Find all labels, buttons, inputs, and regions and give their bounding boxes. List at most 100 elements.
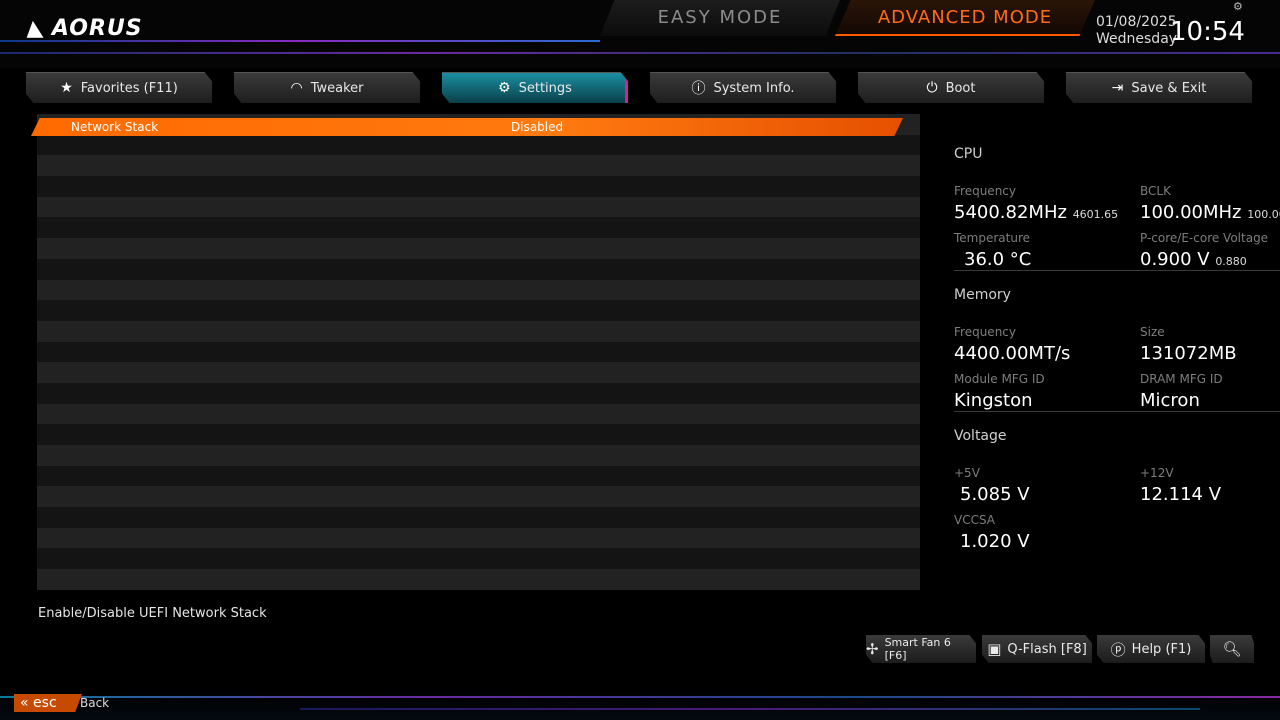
v5-label: +5V (954, 466, 980, 480)
mem-freq-value: 4400.00MT/s (954, 343, 1071, 364)
advanced-mode-tab[interactable]: ADVANCED MODE (835, 0, 1095, 36)
module-mfg-value: Kingston (954, 390, 1033, 411)
weekday-text: Wednesday (1096, 31, 1178, 47)
help-label: Help (F1) (1131, 641, 1192, 657)
cpu-section: CPU Frequency 5400.82MHz 4601.65 BCLK 10… (954, 146, 1280, 270)
esc-label: esc (33, 695, 57, 711)
footer-bar (0, 690, 1280, 720)
star-icon: ★ (60, 80, 73, 96)
cpu-volt-main: 0.900 V (1140, 249, 1210, 270)
list-row (37, 527, 920, 549)
v12-value: 12.114 V (1140, 484, 1222, 505)
list-row (37, 217, 920, 239)
tab-favorites[interactable]: ★ Favorites (F11) (26, 72, 212, 103)
help-icon: ⓟ (1110, 640, 1126, 659)
tab-label: System Info. (713, 80, 795, 96)
footer-stripe-2 (300, 708, 1200, 710)
main-tabs: ★ Favorites (F11) ◠ Tweaker ⚙ Settings ⓘ… (26, 72, 1256, 104)
fan-icon: ✢ (866, 640, 879, 658)
tab-save-exit[interactable]: ⇥ Save & Exit (1066, 72, 1252, 103)
list-row (37, 155, 920, 177)
tab-label: Favorites (F11) (80, 80, 178, 96)
dram-mfg-value: Micron (1140, 390, 1200, 411)
list-row (37, 300, 920, 321)
list-row (37, 548, 920, 570)
search-button[interactable]: 🔍︎ (1210, 635, 1254, 663)
smart-fan-button[interactable]: ✢ Smart Fan 6 [F6] (866, 635, 976, 663)
module-mfg-label: Module MFG ID (954, 372, 1045, 386)
list-row (37, 382, 920, 404)
chip-icon: ▣ (987, 640, 1002, 658)
list-row (37, 507, 920, 528)
cpu-freq-value: 5400.82MHz 4601.65 (954, 202, 1118, 223)
v5-value: 5.085 V (960, 484, 1030, 505)
aorus-logo: ◣AORUS (25, 16, 143, 41)
list-row (37, 403, 920, 425)
logo-text: AORUS (51, 16, 143, 41)
tab-label: Boot (945, 80, 976, 96)
qflash-label: Q-Flash [F8] (1007, 641, 1087, 657)
cpu-volt-label: P-core/E-core Voltage (1140, 231, 1269, 245)
easy-mode-tab[interactable]: EASY MODE (600, 0, 840, 36)
qflash-button[interactable]: ▣ Q-Flash [F8] (982, 635, 1092, 663)
mem-size-value: 131072MB (1140, 343, 1237, 364)
gear-icon: ⚙ (498, 80, 511, 96)
list-row (37, 465, 920, 487)
cpu-title: CPU (954, 146, 983, 162)
tab-label: Settings (518, 80, 572, 96)
header-stripe-2 (0, 52, 1280, 54)
list-row (37, 341, 920, 363)
setting-value[interactable]: Disabled (511, 118, 563, 136)
list-row (37, 196, 920, 218)
datetime: 01/08/2025 Wednesday 10:54 (1096, 14, 1245, 48)
memory-title: Memory (954, 287, 1011, 303)
voltage-title: Voltage (954, 428, 1007, 444)
setting-network-stack[interactable]: Network Stack Disabled (31, 118, 903, 136)
mem-size-label: Size (1140, 325, 1165, 339)
settings-gear-icon[interactable]: ⚙ (1233, 0, 1243, 13)
list-row (37, 424, 920, 445)
list-row (37, 176, 920, 197)
vccsa-label: VCCSA (954, 513, 996, 527)
footer-stripe (0, 696, 1280, 698)
cpu-volt-value: 0.900 V 0.880 (1140, 249, 1247, 270)
vccsa-value: 1.020 V (960, 531, 1030, 552)
tab-label: Tweaker (310, 80, 364, 96)
memory-section: Memory Frequency 4400.00MT/s Size 131072… (954, 287, 1280, 411)
cpu-freq-label: Frequency (954, 184, 1016, 198)
list-row (37, 258, 920, 280)
info-icon: ⓘ (691, 81, 706, 97)
cpu-temp-label: Temperature (954, 231, 1031, 245)
help-button[interactable]: ⓟ Help (F1) (1097, 635, 1205, 663)
bclk-label: BCLK (1140, 184, 1171, 198)
tab-settings[interactable]: ⚙ Settings (442, 72, 628, 103)
tab-label: Save & Exit (1131, 80, 1207, 96)
list-row (37, 279, 920, 301)
list-row (37, 134, 920, 156)
tab-tweaker[interactable]: ◠ Tweaker (234, 72, 420, 103)
dram-mfg-label: DRAM MFG ID (1140, 372, 1223, 386)
bclk-sub: 100.00 (1247, 208, 1280, 221)
date-text: 01/08/2025 (1096, 14, 1177, 30)
tab-boot[interactable]: ⏻ Boot (858, 72, 1044, 103)
list-row (37, 362, 920, 383)
list-row (37, 238, 920, 259)
list-row (37, 445, 920, 466)
cpu-temp-value: 36.0 °C (964, 249, 1032, 270)
bclk-main: 100.00MHz (1140, 202, 1242, 223)
cpu-freq-main: 5400.82MHz (954, 202, 1067, 223)
setting-description: Enable/Disable UEFI Network Stack (38, 606, 267, 621)
bclk-value: 100.00MHz 100.00 (1140, 202, 1280, 223)
settings-list: Network Stack Disabled (31, 114, 920, 590)
tab-system-info[interactable]: ⓘ System Info. (650, 72, 836, 103)
search-icon: 🔍︎ (1222, 640, 1242, 658)
esc-button[interactable]: « esc (14, 694, 82, 712)
list-row (37, 320, 920, 342)
power-icon: ⏻ (926, 80, 938, 96)
smart-fan-label: Smart Fan 6 [F6] (884, 636, 951, 662)
setting-name: Network Stack (71, 120, 159, 134)
clock-time: 10:54 (1170, 17, 1245, 47)
list-row (37, 486, 920, 508)
back-label: Back (80, 696, 110, 710)
exit-icon: ⇥ (1111, 80, 1124, 96)
